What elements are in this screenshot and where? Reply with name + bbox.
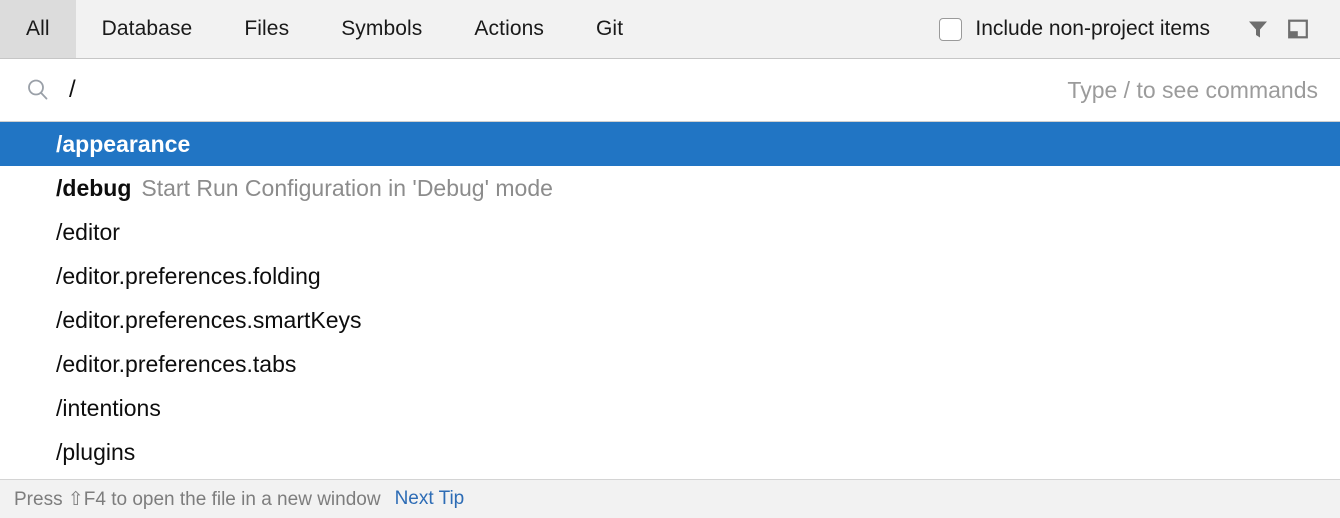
tab-bar: All Database Files Symbols Actions Git I… <box>0 0 1340 59</box>
tab-database[interactable]: Database <box>76 0 219 58</box>
tab-actions[interactable]: Actions <box>448 0 570 58</box>
preview-window-icon[interactable] <box>1278 9 1318 49</box>
list-item[interactable]: /plugins <box>0 430 1340 474</box>
search-bar[interactable]: / Type / to see commands <box>0 59 1340 122</box>
tab-database-label: Database <box>101 17 193 40</box>
list-item[interactable]: /editor.preferences.tabs <box>0 342 1340 386</box>
tab-git-label: Git <box>596 17 624 40</box>
checkbox-box[interactable] <box>939 17 963 41</box>
result-title: /editor.preferences.folding <box>56 262 321 289</box>
search-input[interactable]: / <box>69 76 76 104</box>
include-non-project-items-checkbox[interactable]: Include non-project items <box>939 17 1210 41</box>
tab-files[interactable]: Files <box>218 0 315 58</box>
tab-bar-right-controls: Include non-project items <box>939 0 1340 58</box>
result-title: /editor.preferences.smartKeys <box>56 306 362 333</box>
list-item[interactable]: /appearance <box>0 122 1340 166</box>
search-icon <box>25 77 51 103</box>
list-item[interactable]: /editor.preferences.smartKeys <box>0 298 1340 342</box>
tab-files-label: Files <box>244 17 290 40</box>
tab-actions-label: Actions <box>474 17 544 40</box>
list-item[interactable]: /intentions <box>0 386 1340 430</box>
result-title: /plugins <box>56 438 136 465</box>
result-title: /intentions <box>56 394 161 421</box>
tip-text: Press ⇧F4 to open the file in a new wind… <box>14 488 381 510</box>
result-title: /debug <box>56 174 132 201</box>
result-title: /appearance <box>56 130 191 157</box>
tab-symbols[interactable]: Symbols <box>315 0 448 58</box>
tab-git[interactable]: Git <box>570 0 649 58</box>
results-list[interactable]: /appearance /debug Start Run Configurati… <box>0 122 1340 479</box>
list-item[interactable]: /editor <box>0 210 1340 254</box>
result-description: Start Run Configuration in 'Debug' mode <box>141 174 553 201</box>
search-hint-label: Type / to see commands <box>1067 76 1318 103</box>
list-item[interactable]: /editor.preferences.folding <box>0 254 1340 298</box>
list-item[interactable]: /debug Start Run Configuration in 'Debug… <box>0 166 1340 210</box>
next-tip-link[interactable]: Next Tip <box>395 488 465 510</box>
result-title: /editor <box>56 218 120 245</box>
search-everywhere-popup: All Database Files Symbols Actions Git I… <box>0 0 1340 518</box>
filter-icon[interactable] <box>1238 9 1278 49</box>
include-non-project-items-label: Include non-project items <box>975 17 1210 40</box>
status-bar: Press ⇧F4 to open the file in a new wind… <box>0 479 1340 518</box>
tab-all-label: All <box>26 17 50 40</box>
tab-symbols-label: Symbols <box>341 17 423 40</box>
result-title: /editor.preferences.tabs <box>56 350 297 377</box>
tab-all[interactable]: All <box>0 0 76 58</box>
